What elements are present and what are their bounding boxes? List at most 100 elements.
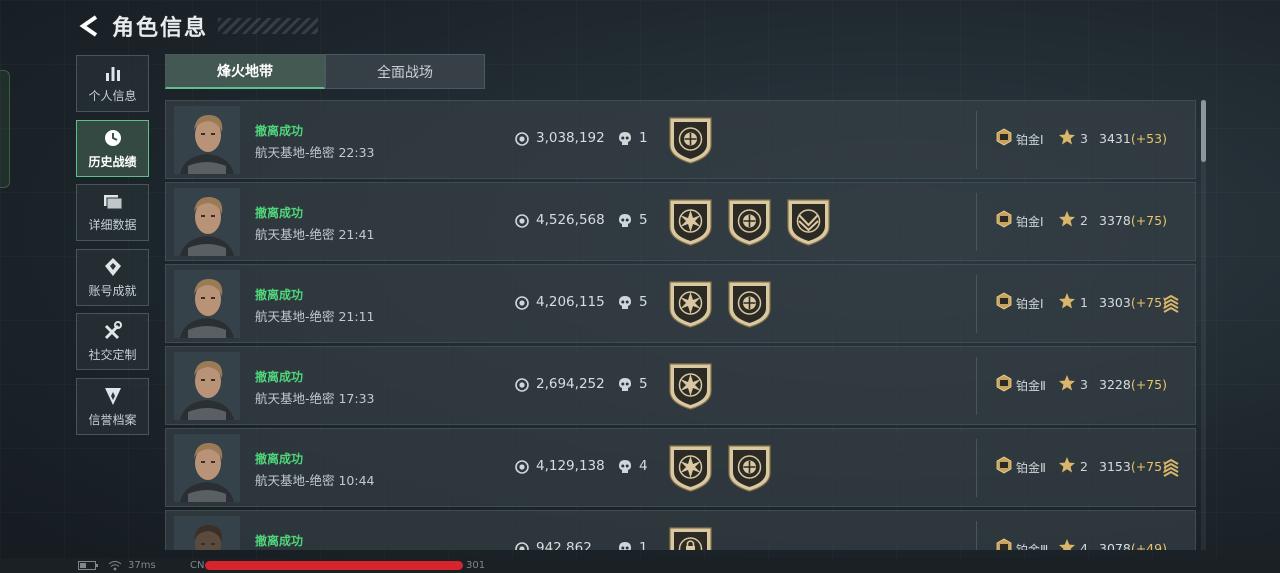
loot-value: 4,129,138 — [536, 458, 605, 474]
kill-count: 1 — [639, 540, 648, 550]
sidebar-item-profile[interactable]: 个人信息 — [76, 55, 149, 112]
match-row[interactable]: 撤离成功 航天基地-绝密 22:33 3,038,192 1 铂金Ⅰ 3 3431(+53) — [165, 100, 1196, 179]
badge-burst-icon[interactable] — [667, 361, 714, 411]
score-delta: (+75) — [1130, 459, 1167, 474]
rank-name: 铂金Ⅰ — [1016, 297, 1044, 311]
region-text: CN — [190, 560, 205, 571]
star-icon — [1058, 374, 1076, 396]
badge-cross-icon[interactable] — [726, 197, 773, 247]
extraction-status: 撤离成功 — [255, 288, 304, 302]
badge-cross-icon[interactable] — [726, 443, 773, 493]
divider — [976, 357, 977, 415]
map-and-time: 航天基地-绝密 21:41 — [255, 227, 375, 242]
extraction-status: 撤离成功 — [255, 124, 304, 138]
coin-icon — [515, 213, 529, 232]
score-delta: (+53) — [1130, 131, 1167, 146]
map-and-time: 航天基地-绝密 17:33 — [255, 391, 375, 406]
rank-icon — [995, 538, 1013, 550]
badge-burst-icon[interactable] — [667, 443, 714, 493]
tab-full-battlefield[interactable]: 全面战场 — [325, 54, 485, 89]
rank-score: 3078(+49) — [1099, 541, 1167, 550]
star-count: 2 — [1080, 459, 1088, 474]
medal-badges — [667, 361, 714, 411]
badge-lock-icon[interactable] — [667, 525, 714, 550]
sidebar-item-details[interactable]: 详细数据 — [76, 184, 149, 241]
rank-icon — [995, 128, 1013, 150]
rank-icon — [995, 456, 1013, 478]
divider — [976, 439, 977, 497]
history-clock-icon — [104, 129, 121, 146]
operator-avatar — [174, 352, 240, 420]
mode-tabs: 烽火地带 全面战场 — [165, 54, 485, 89]
badge-burst-icon[interactable] — [667, 279, 714, 329]
scrollbar-thumb[interactable] — [1201, 100, 1206, 162]
badge-wings-icon[interactable] — [785, 197, 832, 247]
sidebar-item-label: 个人信息 — [88, 89, 137, 103]
rank-name: 铂金Ⅲ — [1016, 543, 1049, 550]
medal-badges — [667, 279, 773, 329]
score-value: 3078 — [1099, 541, 1131, 550]
sidebar-item-history[interactable]: 历史战绩 — [76, 119, 149, 177]
rank-icon — [995, 374, 1013, 396]
page-title: 角色信息 — [112, 16, 209, 41]
match-row[interactable]: 撤离成功 航天基地-绝密 21:41 4,526,568 5 铂金Ⅰ 2 3378(+75) — [165, 182, 1196, 261]
folder-icon — [103, 195, 122, 210]
match-history-list: 撤离成功 航天基地-绝密 22:33 3,038,192 1 铂金Ⅰ 3 3431(+53)… — [165, 100, 1196, 550]
rank-up-chevron-icon — [1163, 293, 1179, 317]
rank-name: 铂金Ⅱ — [1016, 379, 1046, 393]
match-row[interactable]: 撤离成功 航天基地-绝密 17:33 2,694,252 5 铂金Ⅱ 3 3228(+75) — [165, 346, 1196, 425]
match-row[interactable]: 撤离成功 航天基地-绝密 10:44 4,129,138 4 铂金Ⅱ 2 3153(+75) — [165, 428, 1196, 507]
extraction-status: 撤离成功 — [255, 370, 304, 384]
star-icon — [1058, 456, 1076, 478]
rank-name: 铂金Ⅰ — [1016, 133, 1044, 147]
map-and-time: 航天基地-绝密 10:44 — [255, 473, 375, 488]
match-row[interactable]: 撤离成功 航天基地-绝密 21:11 4,206,115 5 铂金Ⅰ 1 3303(+75) — [165, 264, 1196, 343]
star-count: 3 — [1080, 131, 1088, 146]
side-drawer-handle[interactable] — [0, 70, 10, 188]
tab-hazard-zone[interactable]: 烽火地带 — [165, 54, 325, 89]
page-header: 角色信息 — [76, 8, 319, 44]
star-icon — [1058, 538, 1076, 550]
coin-icon — [515, 295, 529, 314]
skull-icon — [618, 295, 632, 314]
rank-score: 3303(+75) — [1099, 295, 1167, 310]
sidebar-item-label: 详细数据 — [88, 218, 137, 232]
kill-count: 5 — [639, 376, 648, 392]
match-row[interactable]: 撤离成功 942,862 1 铂金Ⅲ 4 3078(+49) — [165, 510, 1196, 550]
score-delta: (+75) — [1130, 295, 1167, 310]
star-icon — [1058, 210, 1076, 232]
operator-avatar — [174, 270, 240, 338]
bar-chart-icon — [105, 67, 120, 81]
divider — [976, 521, 977, 550]
rank-name: 铂金Ⅱ — [1016, 461, 1046, 475]
medal-badges — [667, 525, 714, 550]
score-value: 3228 — [1099, 377, 1131, 392]
sidebar-item-reputation[interactable]: 信誉档案 — [76, 377, 149, 435]
coin-icon — [515, 377, 529, 396]
sidebar-item-social[interactable]: 社交定制 — [76, 313, 149, 370]
sidebar-item-label: 信誉档案 — [88, 412, 137, 427]
rank-score: 3378(+75) — [1099, 213, 1167, 228]
kill-count: 5 — [639, 294, 648, 310]
skull-icon — [618, 541, 632, 550]
tools-icon — [104, 321, 122, 340]
badge-burst-icon[interactable] — [667, 197, 714, 247]
sidebar-item-label: 社交定制 — [88, 348, 137, 362]
battery-icon — [78, 561, 98, 570]
sidebar-item-achievements[interactable]: 账号成就 — [76, 248, 149, 306]
rank-name: 铂金Ⅰ — [1016, 215, 1044, 229]
operator-avatar — [174, 106, 240, 174]
map-and-time: 航天基地-绝密 21:11 — [255, 309, 375, 324]
badge-cross-icon[interactable] — [667, 115, 714, 165]
back-button[interactable] — [76, 11, 102, 41]
score-delta: (+75) — [1130, 377, 1167, 392]
medal-badges — [667, 443, 773, 493]
badge-cross-icon[interactable] — [726, 279, 773, 329]
operator-avatar — [174, 188, 240, 256]
achievement-icon — [104, 257, 121, 276]
list-scrollbar[interactable] — [1201, 100, 1206, 550]
star-icon — [1058, 292, 1076, 314]
medal-badges — [667, 115, 714, 165]
sidebar: 个人信息 历史战绩 详细数据 账号成就 社交定制 信誉档案 — [76, 55, 149, 442]
rank-score: 3153(+75) — [1099, 459, 1167, 474]
